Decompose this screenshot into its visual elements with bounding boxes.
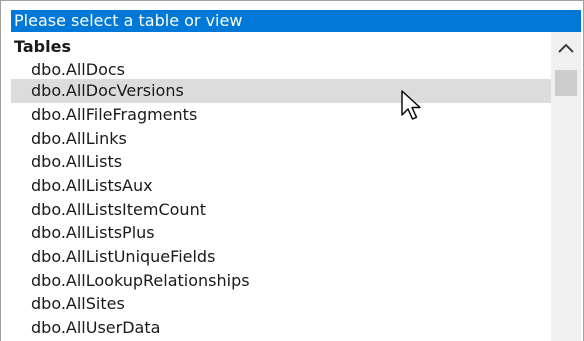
list-item-label: dbo.AllFileFragments [31, 105, 198, 124]
list-item-label: dbo.AllUserData [31, 318, 161, 337]
list-item[interactable]: dbo.AllListsItemCount [11, 198, 551, 222]
list-item-label: dbo.AllLists [31, 152, 123, 171]
list-item[interactable]: dbo.AllListsAux [11, 174, 551, 198]
list-item-hovered[interactable]: dbo.AllDocVersions [11, 79, 551, 103]
list-item[interactable]: dbo.AllListUniqueFields [11, 245, 551, 269]
vertical-scrollbar[interactable] [551, 32, 581, 341]
placeholder-label: Please select a table or view [14, 11, 243, 30]
list-item-label: dbo.AllListsAux [31, 176, 153, 195]
list-item-label: dbo.AllDocVersions [31, 81, 184, 100]
list-item-label: dbo.AllListsItemCount [31, 200, 206, 219]
list-item-label: dbo.AllSites [31, 294, 125, 313]
list-item-label: dbo.AllListsPlus [31, 223, 155, 242]
list-item[interactable]: dbo.AllListsPlus [11, 221, 551, 245]
options-list: Tables dbo.AllDocs dbo.AllDocVersions db… [11, 32, 551, 341]
chevron-up-icon [558, 43, 574, 53]
group-header-tables: Tables [14, 37, 71, 56]
list-item-label: dbo.AllListUniqueFields [31, 247, 216, 266]
list-item[interactable]: dbo.AllUserData [11, 316, 551, 340]
list-item[interactable]: dbo.AllFileFragments [11, 103, 551, 127]
scroll-thumb[interactable] [555, 70, 577, 96]
table-view-dropdown-list[interactable]: Please select a table or view Tables dbo… [0, 0, 584, 341]
list-item[interactable]: dbo.AllLinks [11, 127, 551, 151]
scroll-up-button[interactable] [551, 32, 581, 66]
list-item-label: dbo.AllDocs [31, 60, 125, 79]
list-item[interactable]: dbo.AllSites [11, 292, 551, 316]
mouse-pointer-icon [401, 90, 421, 120]
dropdown-placeholder-option[interactable]: Please select a table or view [11, 10, 581, 32]
list-item[interactable]: dbo.AllLists [11, 150, 551, 174]
list-item[interactable]: dbo.AllLookupRelationships [11, 269, 551, 293]
list-item-label: dbo.AllLinks [31, 129, 127, 148]
list-item-label: dbo.AllLookupRelationships [31, 271, 250, 290]
